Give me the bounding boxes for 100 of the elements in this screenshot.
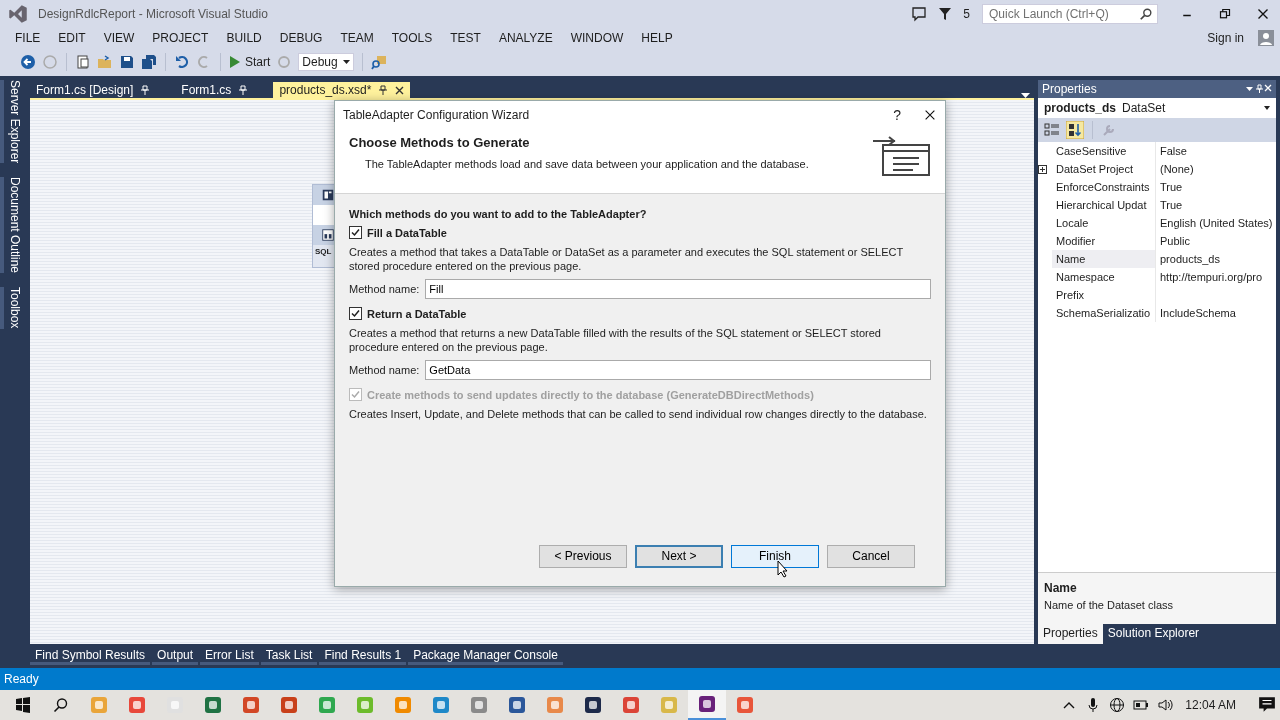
forward-icon — [42, 54, 58, 70]
field-label: Method name: — [349, 283, 420, 295]
find-icon — [371, 54, 388, 70]
app-icon[interactable] — [508, 696, 526, 714]
tool-window-tab[interactable]: Find Results 1 — [319, 647, 407, 665]
side-tab[interactable]: Toolbox — [0, 287, 26, 329]
dropdown-icon[interactable] — [1264, 106, 1270, 110]
checkbox-label[interactable]: Fill a DataTable — [367, 226, 447, 239]
search-icon — [1139, 7, 1153, 21]
cursor-icon — [777, 560, 789, 578]
sql-label: SQL — [314, 246, 333, 258]
start-button[interactable]: Start — [229, 55, 271, 69]
panel-tab[interactable]: Properties — [1038, 624, 1103, 644]
dialog-title: TableAdapter Configuration Wizard — [343, 108, 530, 122]
checkbox-label[interactable]: Return a DataTable — [367, 307, 467, 320]
new-project-icon — [75, 54, 91, 70]
checkbox[interactable] — [349, 307, 362, 320]
question-text: Which methods do you want to add to the TableAdapter? — [349, 208, 648, 220]
option-description: Creates Insert, Update, and Delete methods that can be called to send individual row changes directly to the database. — [349, 407, 928, 421]
menu-item[interactable]: WINDOW — [561, 31, 633, 45]
help-text: Name of the Dataset class — [1044, 599, 1174, 611]
speaker-icon — [1157, 697, 1174, 713]
option-description: Creates a method that takes a DataTable or DataSet as a parameter and executes the SQL statement or SELECT stored procedure entered on the previous page. — [349, 245, 904, 273]
help-button[interactable]: ? — [893, 107, 901, 123]
tool-window-tab[interactable]: Error List — [200, 647, 259, 665]
menu-item[interactable]: TOOLS — [382, 31, 442, 45]
notification-count: 5 — [963, 7, 970, 21]
save-icon — [119, 54, 135, 70]
object-name: products_ds — [1044, 101, 1116, 115]
tool-window-tab[interactable]: Task List — [260, 647, 318, 665]
tab-overflow-icon[interactable] — [1021, 93, 1030, 98]
wizard-button[interactable]: Finish — [731, 544, 819, 568]
wizard-button[interactable]: Cancel — [827, 544, 915, 568]
tool-window-tab[interactable]: Output — [152, 647, 199, 665]
open-folder-icon — [97, 54, 113, 70]
feedback-icon — [911, 6, 928, 22]
close-icon[interactable] — [395, 85, 405, 95]
search-icon — [53, 697, 69, 713]
panel-title: Properties — [1042, 82, 1097, 96]
menu-item[interactable]: FILE — [6, 31, 50, 45]
quick-launch-field[interactable]: Quick Launch (Ctrl+Q) — [982, 4, 1158, 24]
tool-window-tab[interactable]: Find Symbol Results — [30, 647, 151, 665]
menu-item[interactable]: PROJECT — [143, 31, 218, 45]
account-icon — [1258, 30, 1274, 46]
method-name-field[interactable]: GetData — [425, 360, 931, 380]
refresh-icon — [276, 54, 293, 70]
configuration-dropdown[interactable]: Debug — [298, 53, 355, 71]
checkbox[interactable] — [349, 226, 362, 239]
alphabetical-icon[interactable] — [1066, 121, 1084, 139]
taskbar-app[interactable] — [688, 690, 726, 720]
field-label: Method name: — [349, 364, 420, 376]
option-description: Creates a method that returns a new DataTable filled with the results of the SQL statement or SELECT stored procedure entered on the previous page. — [349, 326, 882, 354]
menu-item[interactable]: VIEW — [94, 31, 144, 45]
app-icon[interactable] — [584, 696, 602, 714]
wizard-heading: Choose Methods to Generate — [349, 135, 531, 150]
save-all-icon — [141, 54, 157, 70]
sign-in-link[interactable]: Sign in — [1207, 31, 1244, 45]
wizard-form-icon — [871, 135, 931, 177]
method-name-field[interactable]: Fill — [425, 279, 931, 299]
play-icon — [229, 55, 241, 69]
document-tab[interactable]: Form1.cs — [175, 82, 254, 98]
object-type: DataSet — [1122, 101, 1166, 115]
panel-menu-icon[interactable] — [1246, 84, 1272, 94]
menu-item[interactable]: ANALYZE — [489, 31, 562, 45]
menu-item[interactable]: TEST — [441, 31, 490, 45]
menu-item[interactable]: DEBUG — [270, 31, 332, 45]
side-tab[interactable]: Document Outline — [0, 177, 26, 274]
table-icon — [321, 188, 335, 202]
pin-icon[interactable] — [379, 85, 388, 95]
battery-icon — [1133, 697, 1150, 713]
wrench-icon — [1101, 122, 1117, 138]
menu-item[interactable]: EDIT — [49, 31, 95, 45]
windows-icon — [15, 697, 31, 713]
tool-window-tab[interactable]: Package Manager Console — [408, 647, 563, 665]
help-title: Name — [1044, 581, 1078, 595]
back-icon — [20, 54, 36, 70]
notification-icon — [1258, 696, 1276, 714]
panel-tab[interactable]: Solution Explorer — [1102, 624, 1205, 644]
clock[interactable]: 12:04 AM — [1185, 698, 1236, 712]
categorized-icon — [1044, 122, 1060, 138]
window-title: DesignRdlcReport - Microsoft Visual Studio — [38, 7, 268, 21]
wizard-button[interactable]: Next > — [635, 544, 723, 568]
side-tab[interactable]: Server Explorer — [0, 80, 26, 164]
app-icon[interactable] — [698, 695, 716, 713]
menu-item[interactable]: HELP — [632, 31, 682, 45]
globe-icon — [1109, 697, 1126, 713]
filter-icon[interactable] — [939, 7, 952, 21]
restore-icon — [1219, 8, 1231, 20]
document-tab[interactable]: products_ds.xsd* — [273, 82, 411, 98]
vs-logo-icon — [8, 4, 28, 24]
menu-item[interactable]: BUILD — [217, 31, 271, 45]
adapter-icon — [321, 228, 335, 242]
expand-icon[interactable] — [1038, 164, 1047, 174]
document-tab[interactable]: Form1.cs [Design] — [30, 82, 156, 98]
undo-icon — [174, 54, 190, 70]
menu-item[interactable]: TEAM — [331, 31, 383, 45]
wizard-button[interactable]: < Previous — [539, 544, 627, 568]
caret-icon — [343, 60, 351, 64]
wizard-description: The TableAdapter methods load and save data between your application and the database. — [364, 158, 810, 170]
close-icon — [1257, 8, 1269, 20]
